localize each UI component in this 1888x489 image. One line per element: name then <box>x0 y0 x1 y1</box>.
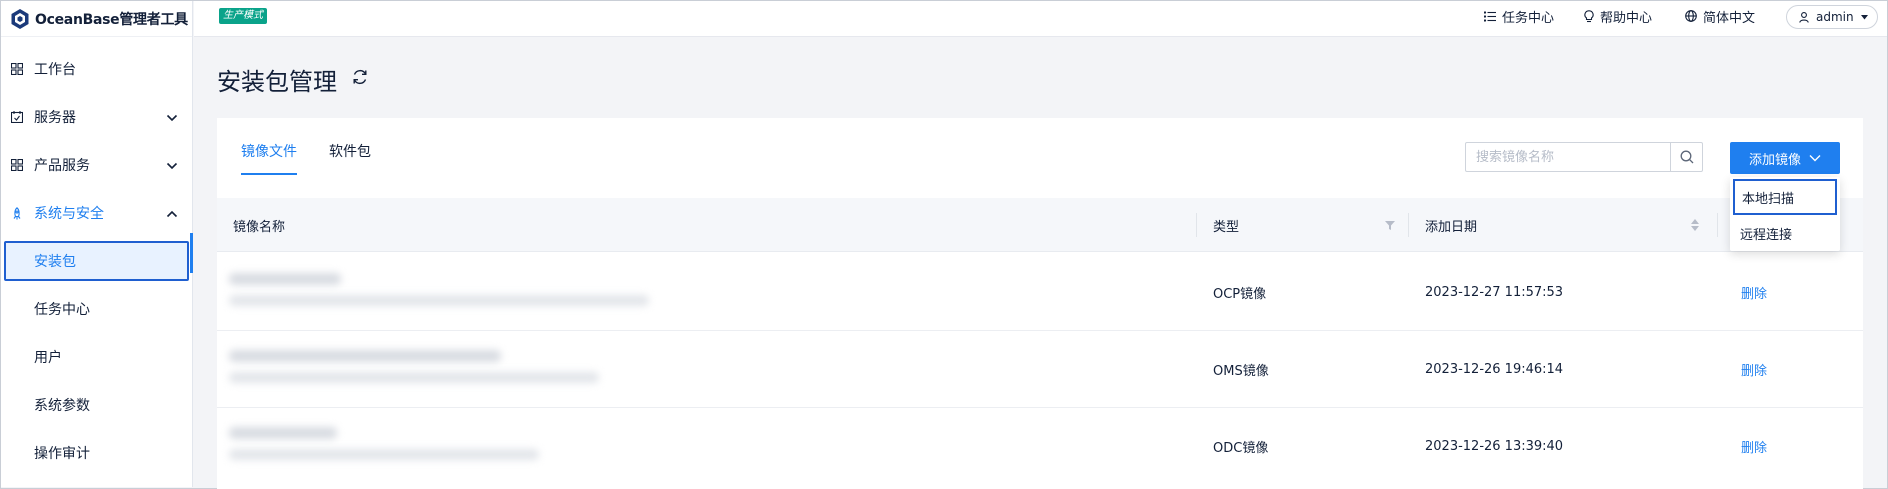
search-button[interactable] <box>1670 143 1702 171</box>
refresh-icon[interactable] <box>351 68 369 90</box>
menu-item-local-scan[interactable]: 本地扫描 <box>1733 179 1837 215</box>
sidebar-subitem-install-package[interactable]: 安装包 <box>4 241 189 281</box>
tab-software-packages[interactable]: 软件包 <box>329 141 371 175</box>
server-check-icon <box>10 110 24 124</box>
column-header-type: 类型 <box>1213 219 1240 235</box>
page-title: 安装包管理 <box>217 68 337 96</box>
user-icon <box>1799 11 1809 23</box>
sidebar-item-label: 服务器 <box>34 110 76 126</box>
table-row[interactable]: ODC镜像 2023-12-26 13:39:40 删除 <box>217 407 1863 485</box>
sidebar-subitem-users[interactable]: 用户 <box>1 333 192 381</box>
table-header: 镜像名称 类型 添加日期 <box>217 198 1863 252</box>
filter-icon[interactable] <box>1385 198 1395 252</box>
redacted-image-name <box>229 427 539 460</box>
menu-item-remote-connect[interactable]: 远程连接 <box>1730 215 1840 251</box>
tab-image-files[interactable]: 镜像文件 <box>241 141 297 175</box>
search-box <box>1465 142 1703 172</box>
search-icon <box>1680 150 1694 164</box>
chevron-up-icon <box>166 206 178 222</box>
header-language-switch[interactable]: 简体中文 <box>1685 1 1755 31</box>
table-row[interactable]: OMS镜像 2023-12-26 19:46:14 删除 <box>217 330 1863 408</box>
sidebar-item-servers[interactable]: 服务器 <box>1 93 192 141</box>
cell-type: OCP镜像 <box>1213 286 1267 302</box>
sidebar-item-label: 系统与安全 <box>34 206 104 222</box>
column-divider <box>1408 213 1409 237</box>
header-link-label: 简体中文 <box>1703 10 1756 26</box>
user-name: admin <box>1816 10 1854 24</box>
add-image-label: 添加镜像 <box>1748 152 1801 168</box>
chevron-down-icon <box>166 158 178 174</box>
column-divider <box>1196 213 1197 237</box>
rocket-icon <box>10 206 24 220</box>
grid-icon <box>10 62 24 76</box>
header-task-center-link[interactable]: 任务中心 <box>1484 1 1554 31</box>
sidebar-subitem-task-center[interactable]: 任务中心 <box>1 285 192 333</box>
user-menu-button[interactable]: admin <box>1786 5 1878 29</box>
sidebar-subitem-system-params[interactable]: 系统参数 <box>1 381 192 429</box>
sidebar-item-label: 工作台 <box>34 62 76 78</box>
tab-bar: 镜像文件 软件包 <box>241 141 371 175</box>
table-row[interactable]: OCP镜像 2023-12-27 11:57:53 删除 <box>217 253 1863 331</box>
sidebar-item-label: 产品服务 <box>34 158 90 174</box>
list-icon <box>1484 10 1496 22</box>
column-header-name: 镜像名称 <box>233 219 286 235</box>
top-header: 生产模式 任务中心 帮助中心 简体中文 admin <box>194 1 1887 37</box>
cell-date: 2023-12-26 13:39:40 <box>1425 438 1564 454</box>
sidebar-item-system-security[interactable]: 系统与安全 <box>1 189 192 237</box>
cell-date: 2023-12-27 11:57:53 <box>1425 284 1564 300</box>
oceanbase-logo-icon <box>9 8 31 30</box>
logo-text: OceanBase管理者工具 <box>35 11 188 28</box>
logo[interactable]: OceanBase管理者工具 <box>1 1 192 37</box>
header-link-label: 帮助中心 <box>1600 10 1653 26</box>
content-card: 镜像文件 软件包 添加镜像 镜像名称 类型 添加日期 <box>217 118 1863 489</box>
chevron-down-icon <box>1809 154 1821 162</box>
sidebar: OceanBase管理者工具 工作台 服务器 产品服务 系统与安全 安装包 任务… <box>1 1 193 487</box>
globe-icon <box>1685 10 1697 22</box>
bulb-icon <box>1584 9 1594 23</box>
delete-button[interactable]: 删除 <box>1741 330 1767 408</box>
header-link-label: 任务中心 <box>1502 10 1555 26</box>
delete-button[interactable]: 删除 <box>1741 253 1767 331</box>
delete-button[interactable]: 删除 <box>1741 407 1767 485</box>
add-image-dropdown: 本地扫描 远程连接 <box>1730 177 1840 251</box>
column-divider <box>1717 213 1718 237</box>
column-header-date: 添加日期 <box>1425 219 1478 235</box>
sidebar-subitem-operation-audit[interactable]: 操作审计 <box>1 429 192 477</box>
environment-badge: 生产模式 <box>219 8 267 24</box>
apps-icon <box>10 158 24 172</box>
add-image-button[interactable]: 添加镜像 <box>1730 142 1840 174</box>
active-indicator <box>190 233 193 273</box>
cell-type: ODC镜像 <box>1213 440 1269 456</box>
cell-date: 2023-12-26 19:46:14 <box>1425 361 1564 377</box>
sidebar-nav: 工作台 服务器 产品服务 系统与安全 安装包 任务中心 用户 系统参数 操作审计 <box>1 37 192 477</box>
redacted-image-name <box>229 350 599 383</box>
sort-icon[interactable] <box>1691 198 1699 252</box>
chevron-down-icon <box>166 110 178 126</box>
caret-down-icon <box>1860 14 1868 20</box>
redacted-image-name <box>229 273 649 306</box>
search-input[interactable] <box>1466 143 1670 171</box>
sidebar-item-workbench[interactable]: 工作台 <box>1 45 192 93</box>
header-help-center-link[interactable]: 帮助中心 <box>1584 1 1652 31</box>
cell-type: OMS镜像 <box>1213 363 1269 379</box>
sidebar-item-product-services[interactable]: 产品服务 <box>1 141 192 189</box>
